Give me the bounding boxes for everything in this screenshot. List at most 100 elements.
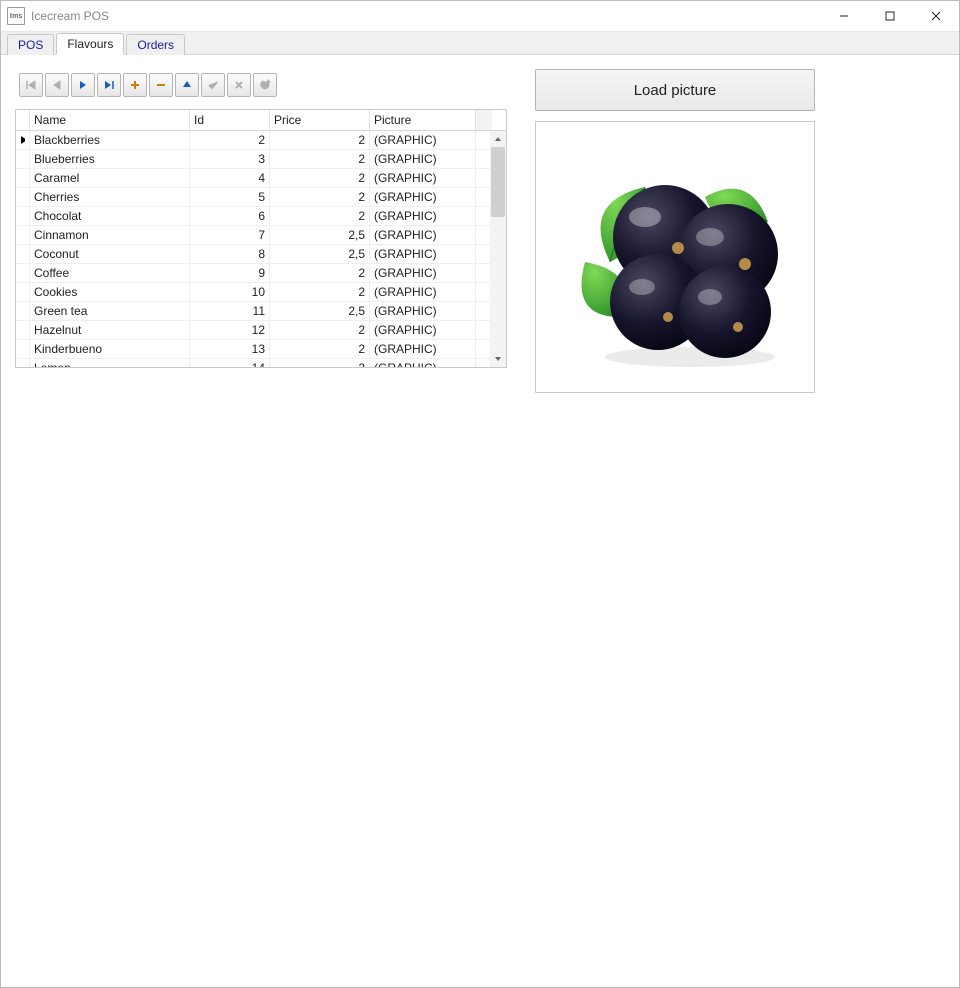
cell-name[interactable]: Cookies [30,283,190,301]
cell-picture[interactable]: (GRAPHIC) [370,245,476,263]
nav-delete-button[interactable] [149,73,173,97]
grid-body: Blackberries22(GRAPHIC)Blueberries32(GRA… [16,131,506,367]
cell-id[interactable]: 6 [190,207,270,225]
cell-name[interactable]: Green tea [30,302,190,320]
nav-refresh-button[interactable] [253,73,277,97]
cell-name[interactable]: Coconut [30,245,190,263]
row-indicator [16,340,30,358]
window-title: Icecream POS [31,9,109,23]
cell-picture[interactable]: (GRAPHIC) [370,207,476,225]
nav-prev-button[interactable] [45,73,69,97]
table-row[interactable]: Green tea112,5(GRAPHIC) [16,302,506,321]
cell-name[interactable]: Blackberries [30,131,190,149]
nav-insert-button[interactable] [123,73,147,97]
cell-picture[interactable]: (GRAPHIC) [370,283,476,301]
nav-next-button[interactable] [71,73,95,97]
cell-name[interactable]: Coffee [30,264,190,282]
nav-last-button[interactable] [97,73,121,97]
scroll-down-icon[interactable] [490,351,506,367]
cell-id[interactable]: 14 [190,359,270,367]
cell-price[interactable]: 2 [270,359,370,367]
table-row[interactable]: Coffee92(GRAPHIC) [16,264,506,283]
cell-price[interactable]: 2 [270,207,370,225]
cell-price[interactable]: 2 [270,340,370,358]
cell-price[interactable]: 2 [270,131,370,149]
grid-header-id[interactable]: Id [190,110,270,130]
table-row[interactable]: Blueberries32(GRAPHIC) [16,150,506,169]
cell-price[interactable]: 2 [270,321,370,339]
table-row[interactable]: Coconut82,5(GRAPHIC) [16,245,506,264]
cell-price[interactable]: 2 [270,150,370,168]
nav-post-button[interactable] [201,73,225,97]
minimize-button[interactable] [821,1,867,31]
cell-id[interactable]: 2 [190,131,270,149]
tab-pos[interactable]: POS [7,34,54,55]
nav-edit-button[interactable] [175,73,199,97]
table-row[interactable]: Chocolat62(GRAPHIC) [16,207,506,226]
cell-picture[interactable]: (GRAPHIC) [370,131,476,149]
cell-name[interactable]: Blueberries [30,150,190,168]
cell-price[interactable]: 2 [270,264,370,282]
cell-name[interactable]: Caramel [30,169,190,187]
cell-picture[interactable]: (GRAPHIC) [370,226,476,244]
grid-header-price[interactable]: Price [270,110,370,130]
cell-picture[interactable]: (GRAPHIC) [370,321,476,339]
grid-header-picture[interactable]: Picture [370,110,476,130]
cell-id[interactable]: 11 [190,302,270,320]
cell-id[interactable]: 8 [190,245,270,263]
nav-cancel-button[interactable] [227,73,251,97]
cell-id[interactable]: 13 [190,340,270,358]
scroll-thumb[interactable] [491,147,505,217]
cell-picture[interactable]: (GRAPHIC) [370,359,476,367]
cell-name[interactable]: Hazelnut [30,321,190,339]
cell-picture[interactable]: (GRAPHIC) [370,150,476,168]
cell-name[interactable]: Lemon [30,359,190,367]
scroll-up-icon[interactable] [490,131,506,147]
table-row[interactable]: Kinderbueno132(GRAPHIC) [16,340,506,359]
cell-picture[interactable]: (GRAPHIC) [370,169,476,187]
table-row[interactable]: Cherries52(GRAPHIC) [16,188,506,207]
cell-picture[interactable]: (GRAPHIC) [370,188,476,206]
cell-id[interactable]: 3 [190,150,270,168]
nav-first-button[interactable] [19,73,43,97]
row-indicator [16,359,30,367]
close-button[interactable] [913,1,959,31]
table-row[interactable]: Caramel42(GRAPHIC) [16,169,506,188]
cell-name[interactable]: Cherries [30,188,190,206]
grid-vertical-scrollbar[interactable] [490,131,506,367]
app-icon: tms [7,7,25,25]
cell-id[interactable]: 7 [190,226,270,244]
flavours-grid[interactable]: Name Id Price Picture Blackberries22(GRA… [15,109,507,368]
cell-price[interactable]: 2 [270,188,370,206]
row-indicator [16,188,30,206]
cell-name[interactable]: Kinderbueno [30,340,190,358]
right-pane: Load picture [535,69,815,393]
cell-id[interactable]: 12 [190,321,270,339]
maximize-button[interactable] [867,1,913,31]
row-indicator [16,131,30,149]
cell-picture[interactable]: (GRAPHIC) [370,264,476,282]
cell-picture[interactable]: (GRAPHIC) [370,340,476,358]
cell-id[interactable]: 9 [190,264,270,282]
cell-name[interactable]: Cinnamon [30,226,190,244]
table-row[interactable]: Blackberries22(GRAPHIC) [16,131,506,150]
table-row[interactable]: Cookies102(GRAPHIC) [16,283,506,302]
cell-price[interactable]: 2 [270,169,370,187]
cell-price[interactable]: 2,5 [270,226,370,244]
table-row[interactable]: Lemon142(GRAPHIC) [16,359,506,367]
load-picture-button[interactable]: Load picture [535,69,815,111]
cell-picture[interactable]: (GRAPHIC) [370,302,476,320]
grid-header-name[interactable]: Name [30,110,190,130]
app-window: tms Icecream POS POS Flavours Orders [0,0,960,988]
cell-price[interactable]: 2,5 [270,302,370,320]
tab-flavours[interactable]: Flavours [56,33,124,55]
cell-price[interactable]: 2 [270,283,370,301]
cell-id[interactable]: 4 [190,169,270,187]
table-row[interactable]: Cinnamon72,5(GRAPHIC) [16,226,506,245]
cell-id[interactable]: 10 [190,283,270,301]
cell-id[interactable]: 5 [190,188,270,206]
tab-orders[interactable]: Orders [126,34,185,55]
cell-name[interactable]: Chocolat [30,207,190,225]
cell-price[interactable]: 2,5 [270,245,370,263]
table-row[interactable]: Hazelnut122(GRAPHIC) [16,321,506,340]
